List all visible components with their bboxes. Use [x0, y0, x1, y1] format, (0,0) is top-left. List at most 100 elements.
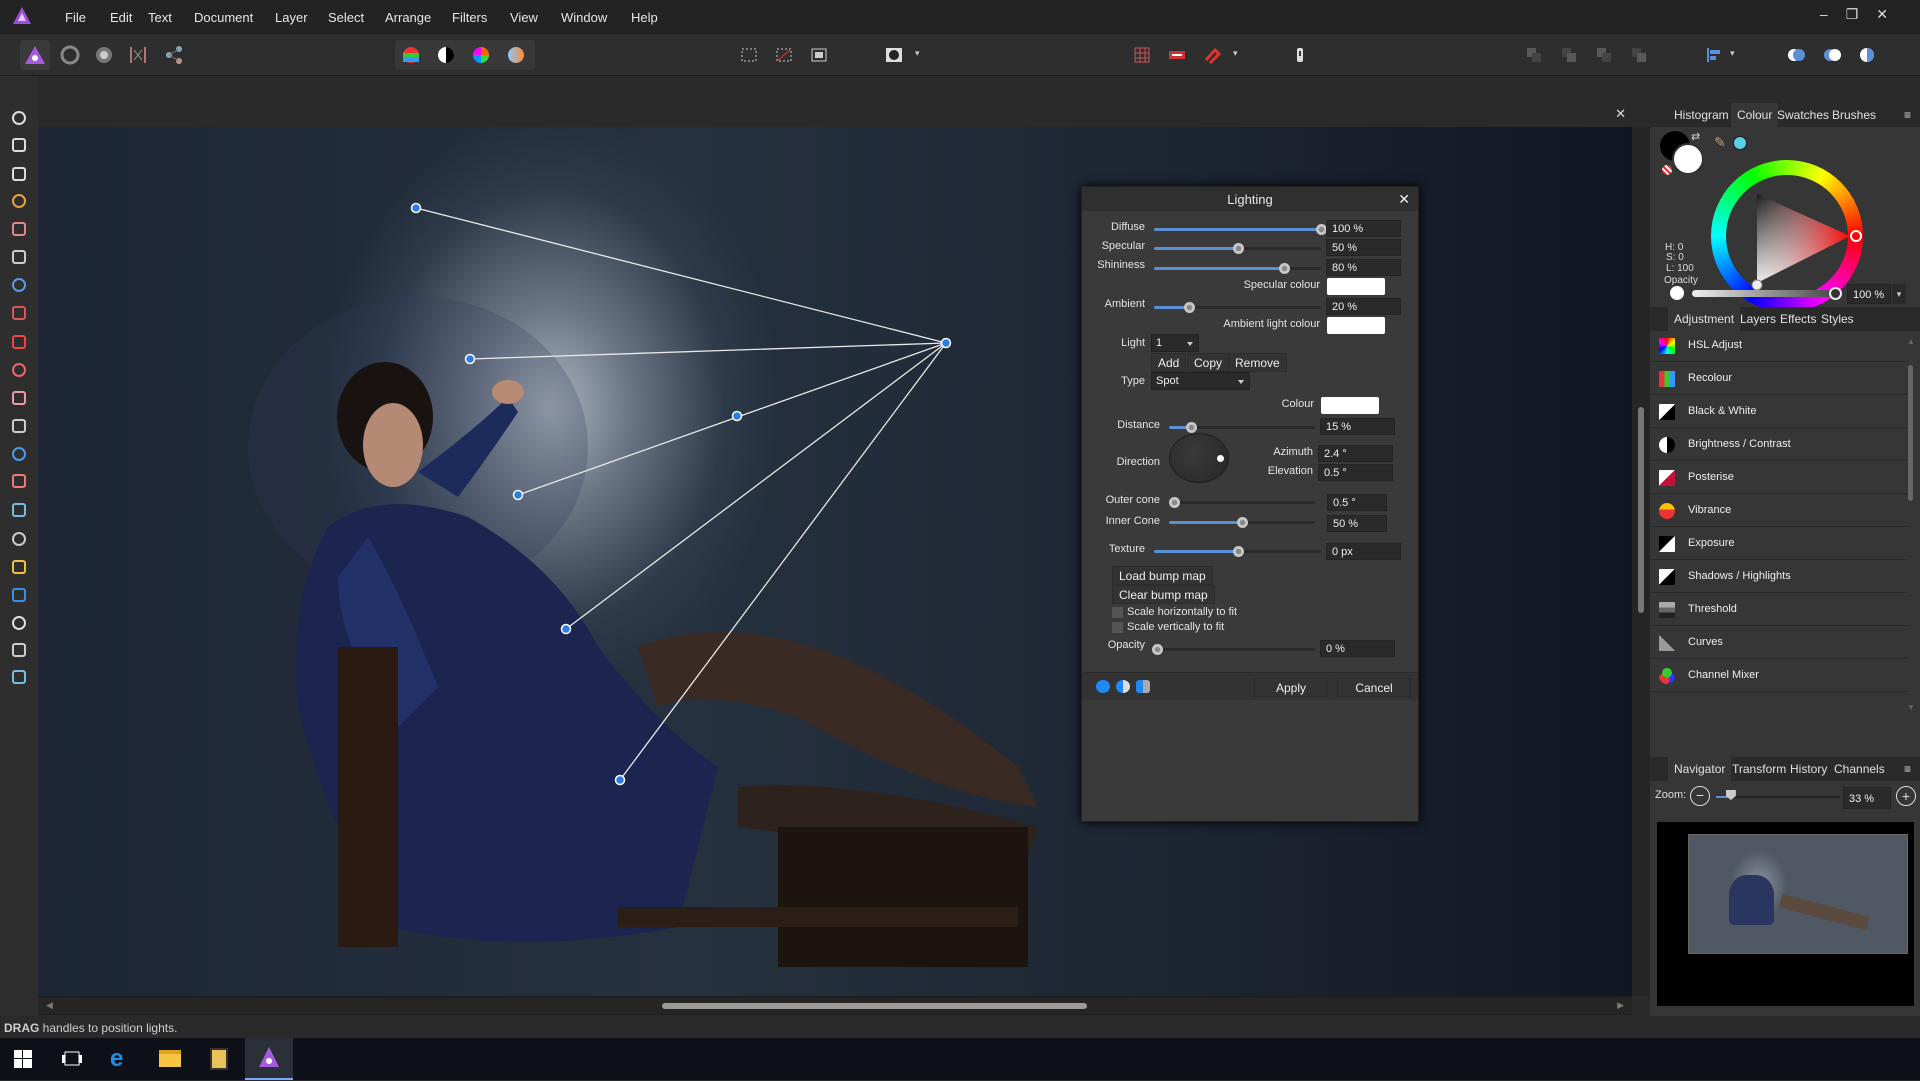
- menu-arrange[interactable]: Arrange: [385, 10, 431, 25]
- menu-document[interactable]: Document: [194, 10, 253, 25]
- apply-button[interactable]: Apply: [1254, 678, 1328, 697]
- stamp-icon[interactable]: [9, 444, 29, 464]
- file-explorer-icon[interactable]: [159, 1050, 181, 1067]
- light-select[interactable]: 1: [1151, 334, 1199, 352]
- menu-help[interactable]: Help: [631, 10, 658, 25]
- light-colour-swatch[interactable]: [1321, 397, 1379, 414]
- vertical-scrollbar[interactable]: [1632, 127, 1650, 996]
- diffuse-slider[interactable]: [1154, 224, 1327, 235]
- tab-layers[interactable]: Layers: [1740, 312, 1776, 326]
- tab-adjustment[interactable]: Adjustment: [1668, 307, 1741, 331]
- export-persona-icon[interactable]: [159, 40, 189, 70]
- diffuse-value[interactable]: 100 %: [1326, 220, 1401, 237]
- azimuth-value[interactable]: 2.4 °: [1318, 445, 1393, 462]
- direction-dial[interactable]: [1169, 433, 1229, 483]
- slider-knob[interactable]: [1237, 517, 1248, 528]
- adjustment-item[interactable]: Vibrance: [1650, 494, 1908, 527]
- pen-icon[interactable]: [9, 557, 29, 577]
- navigator-menu-icon[interactable]: ≡: [1904, 762, 1911, 776]
- adjustment-item[interactable]: Curves: [1650, 626, 1908, 659]
- eyedropper-icon[interactable]: [9, 191, 29, 211]
- menu-select[interactable]: Select: [328, 10, 364, 25]
- adjustment-item[interactable]: Threshold: [1650, 593, 1908, 626]
- snapping-grid-icon[interactable]: [1127, 40, 1157, 70]
- slider-knob[interactable]: [1232, 243, 1244, 254]
- rectangle-icon[interactable]: [9, 585, 29, 605]
- blur-icon[interactable]: [9, 500, 29, 520]
- navigator-view-rect[interactable]: [1688, 834, 1908, 954]
- tab-styles[interactable]: Styles: [1821, 312, 1854, 326]
- outer-cone-value[interactable]: 0.5 °: [1327, 494, 1387, 511]
- mesh-warp-icon[interactable]: [9, 640, 29, 660]
- tab-navigator[interactable]: Navigator: [1668, 757, 1732, 781]
- develop-persona-icon[interactable]: [89, 40, 119, 70]
- assistant-icon[interactable]: [1285, 40, 1315, 70]
- opacity-slider[interactable]: [1152, 644, 1315, 655]
- menu-window[interactable]: Window: [561, 10, 607, 25]
- menu-text[interactable]: Text: [148, 10, 172, 25]
- tab-transform[interactable]: Transform: [1732, 762, 1786, 776]
- arrange-backward-icon[interactable]: [1554, 40, 1584, 70]
- marquee-icon[interactable]: [9, 247, 29, 267]
- eyedropper-icon[interactable]: ✎: [1714, 134, 1726, 151]
- preview-split-icon[interactable]: [1116, 680, 1130, 693]
- specular-colour-swatch[interactable]: [1327, 278, 1385, 295]
- menu-view[interactable]: View: [510, 10, 538, 25]
- slider-knob[interactable]: [1232, 546, 1244, 557]
- cancel-button[interactable]: Cancel: [1337, 678, 1411, 697]
- flood-fill-icon[interactable]: [9, 275, 29, 295]
- add-light-button[interactable]: Add: [1151, 353, 1187, 372]
- align-dropdown-icon[interactable]: ▾: [1730, 48, 1735, 59]
- menu-layer[interactable]: Layer: [275, 10, 308, 25]
- horizontal-scrollbar[interactable]: ◀ ▶: [38, 998, 1632, 1014]
- paint-brush-icon[interactable]: [9, 332, 29, 352]
- hand-icon[interactable]: [9, 108, 29, 128]
- boolean-intersect-icon[interactable]: [1852, 40, 1882, 70]
- arrange-back-icon[interactable]: [1519, 40, 1549, 70]
- snapping-dropdown-icon[interactable]: ▾: [1233, 48, 1238, 59]
- windows-start-icon[interactable]: [14, 1050, 32, 1071]
- invert-selection-icon[interactable]: [804, 40, 834, 70]
- clear-bump-map-button[interactable]: Clear bump map: [1112, 585, 1215, 604]
- archive-app-icon[interactable]: [210, 1048, 228, 1070]
- no-colour-icon[interactable]: [1662, 165, 1672, 175]
- copy-light-button[interactable]: Copy: [1187, 353, 1230, 372]
- close-document-icon[interactable]: ✕: [1615, 106, 1626, 122]
- distance-slider[interactable]: [1169, 422, 1315, 433]
- zoom-out-icon[interactable]: −: [1690, 786, 1710, 806]
- tab-histogram[interactable]: Histogram: [1674, 108, 1729, 122]
- colour-picker-icon[interactable]: [9, 303, 29, 323]
- specular-value[interactable]: 50 %: [1326, 239, 1401, 256]
- opacity-value[interactable]: 0 %: [1320, 640, 1395, 657]
- arrange-forward-icon[interactable]: [1589, 40, 1619, 70]
- tab-channels[interactable]: Channels: [1834, 762, 1885, 776]
- snapping-magnet-icon[interactable]: [1197, 40, 1227, 70]
- light-handle[interactable]: [410, 202, 422, 214]
- tab-history[interactable]: History: [1790, 762, 1827, 776]
- task-view-icon[interactable]: [62, 1051, 82, 1070]
- adjustment-item[interactable]: HSL Adjust: [1650, 329, 1908, 362]
- scale-vertically-checkbox[interactable]: [1112, 622, 1123, 633]
- zoom-slider-knob[interactable]: [1725, 790, 1736, 800]
- auto-colour-icon[interactable]: [466, 40, 496, 70]
- quick-mask-dropdown-icon[interactable]: ▾: [915, 48, 920, 59]
- opacity-slider-knob[interactable]: [1829, 287, 1842, 300]
- texture-slider[interactable]: [1154, 546, 1321, 557]
- load-bump-map-button[interactable]: Load bump map: [1112, 566, 1213, 585]
- ambient-value[interactable]: 20 %: [1326, 298, 1401, 315]
- boolean-add-icon[interactable]: [1781, 40, 1811, 70]
- opacity-slider[interactable]: [1692, 287, 1842, 300]
- tone-mapping-persona-icon[interactable]: [123, 40, 153, 70]
- zoom-icon[interactable]: [9, 667, 29, 687]
- inner-cone-slider[interactable]: [1169, 517, 1315, 528]
- dodge-icon[interactable]: [9, 416, 29, 436]
- align-icon[interactable]: [1699, 40, 1729, 70]
- panel-menu-icon[interactable]: ≡: [1904, 108, 1911, 122]
- opacity-dropdown-icon[interactable]: ▾: [1892, 284, 1906, 304]
- zoom-slider[interactable]: [1716, 790, 1840, 800]
- ambient-slider[interactable]: [1154, 302, 1321, 313]
- light-handle[interactable]: [731, 410, 743, 422]
- adjustment-item[interactable]: Brightness / Contrast: [1650, 428, 1908, 461]
- preview-full-icon[interactable]: [1096, 680, 1110, 693]
- move-icon[interactable]: [9, 135, 29, 155]
